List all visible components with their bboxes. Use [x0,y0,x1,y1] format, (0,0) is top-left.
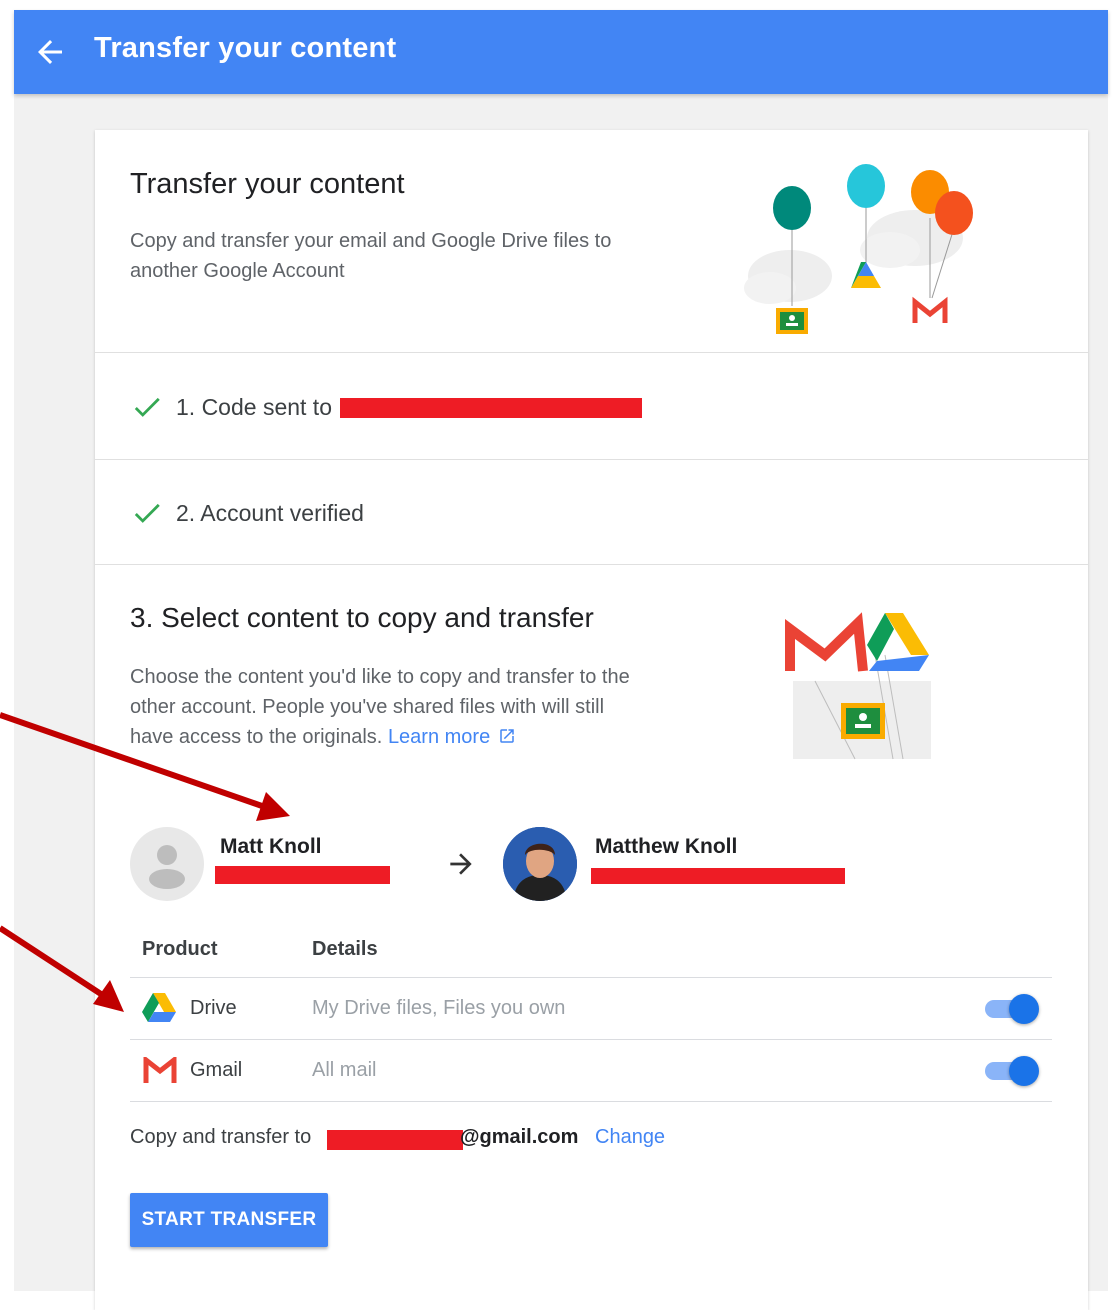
redaction-bar [591,868,845,884]
step-code-sent: 1. Code sent to [130,390,332,424]
app-bar-title: Transfer your content [94,32,397,64]
row-details-gmail: All mail [312,1059,377,1081]
description-text: Choose the content you'd like to copy an… [130,666,630,748]
start-transfer-button[interactable]: START TRANSFER [130,1193,328,1247]
gmail-toggle[interactable] [983,1054,1041,1088]
step-code-sent-label: 1. Code sent to [176,393,332,420]
destination-email: @gmail.com [460,1126,579,1148]
source-account-name: Matt Knoll [220,835,322,858]
arrow-back-icon[interactable] [32,34,68,70]
intro-title: Transfer your content [130,168,405,200]
section-divider [95,352,1088,353]
row-product-drive: Drive [190,997,237,1019]
learn-more-link[interactable]: Learn more [388,726,490,748]
check-icon [130,390,164,424]
target-account-name: Matthew Knoll [595,835,738,858]
row-product-gmail: Gmail [190,1059,243,1081]
transfer-card: Transfer your content Copy and transfer … [95,130,1088,1310]
header-details: Details [312,938,378,960]
redaction-bar [215,866,390,884]
copy-transfer-label: Copy and transfer to [130,1126,312,1148]
toggle-knob [1009,994,1039,1024]
section-divider [95,564,1088,565]
header-product: Product [142,938,218,960]
change-link[interactable]: Change [595,1126,665,1149]
google-drive-icon [142,993,176,1023]
table-divider [130,1101,1052,1102]
table-divider [130,1039,1052,1040]
arrow-forward-icon [445,848,477,880]
select-content-title: 3. Select content to copy and transfer [130,602,594,633]
redaction-bar [340,398,642,418]
products-illustration [785,605,945,765]
intro-subtitle: Copy and transfer your email and Google … [130,230,612,282]
gmail-icon [143,1057,177,1083]
row-details-drive: My Drive files, Files you own [312,997,566,1019]
balloons-illustration [740,158,980,338]
table-divider [130,977,1052,978]
redaction-bar [327,1130,463,1150]
select-content-description: Choose the content you'd like to copy an… [130,662,650,752]
step-account-verified: 2. Account verified [130,496,364,530]
app-bar: Transfer your content [14,10,1108,94]
section-divider [95,459,1088,460]
toggle-knob [1009,1056,1039,1086]
source-avatar [130,827,204,901]
target-avatar [503,827,577,901]
drive-toggle[interactable] [983,992,1041,1026]
check-icon [130,496,164,530]
step-account-verified-label: 2. Account verified [176,499,364,526]
open-in-new-icon[interactable] [498,727,516,745]
